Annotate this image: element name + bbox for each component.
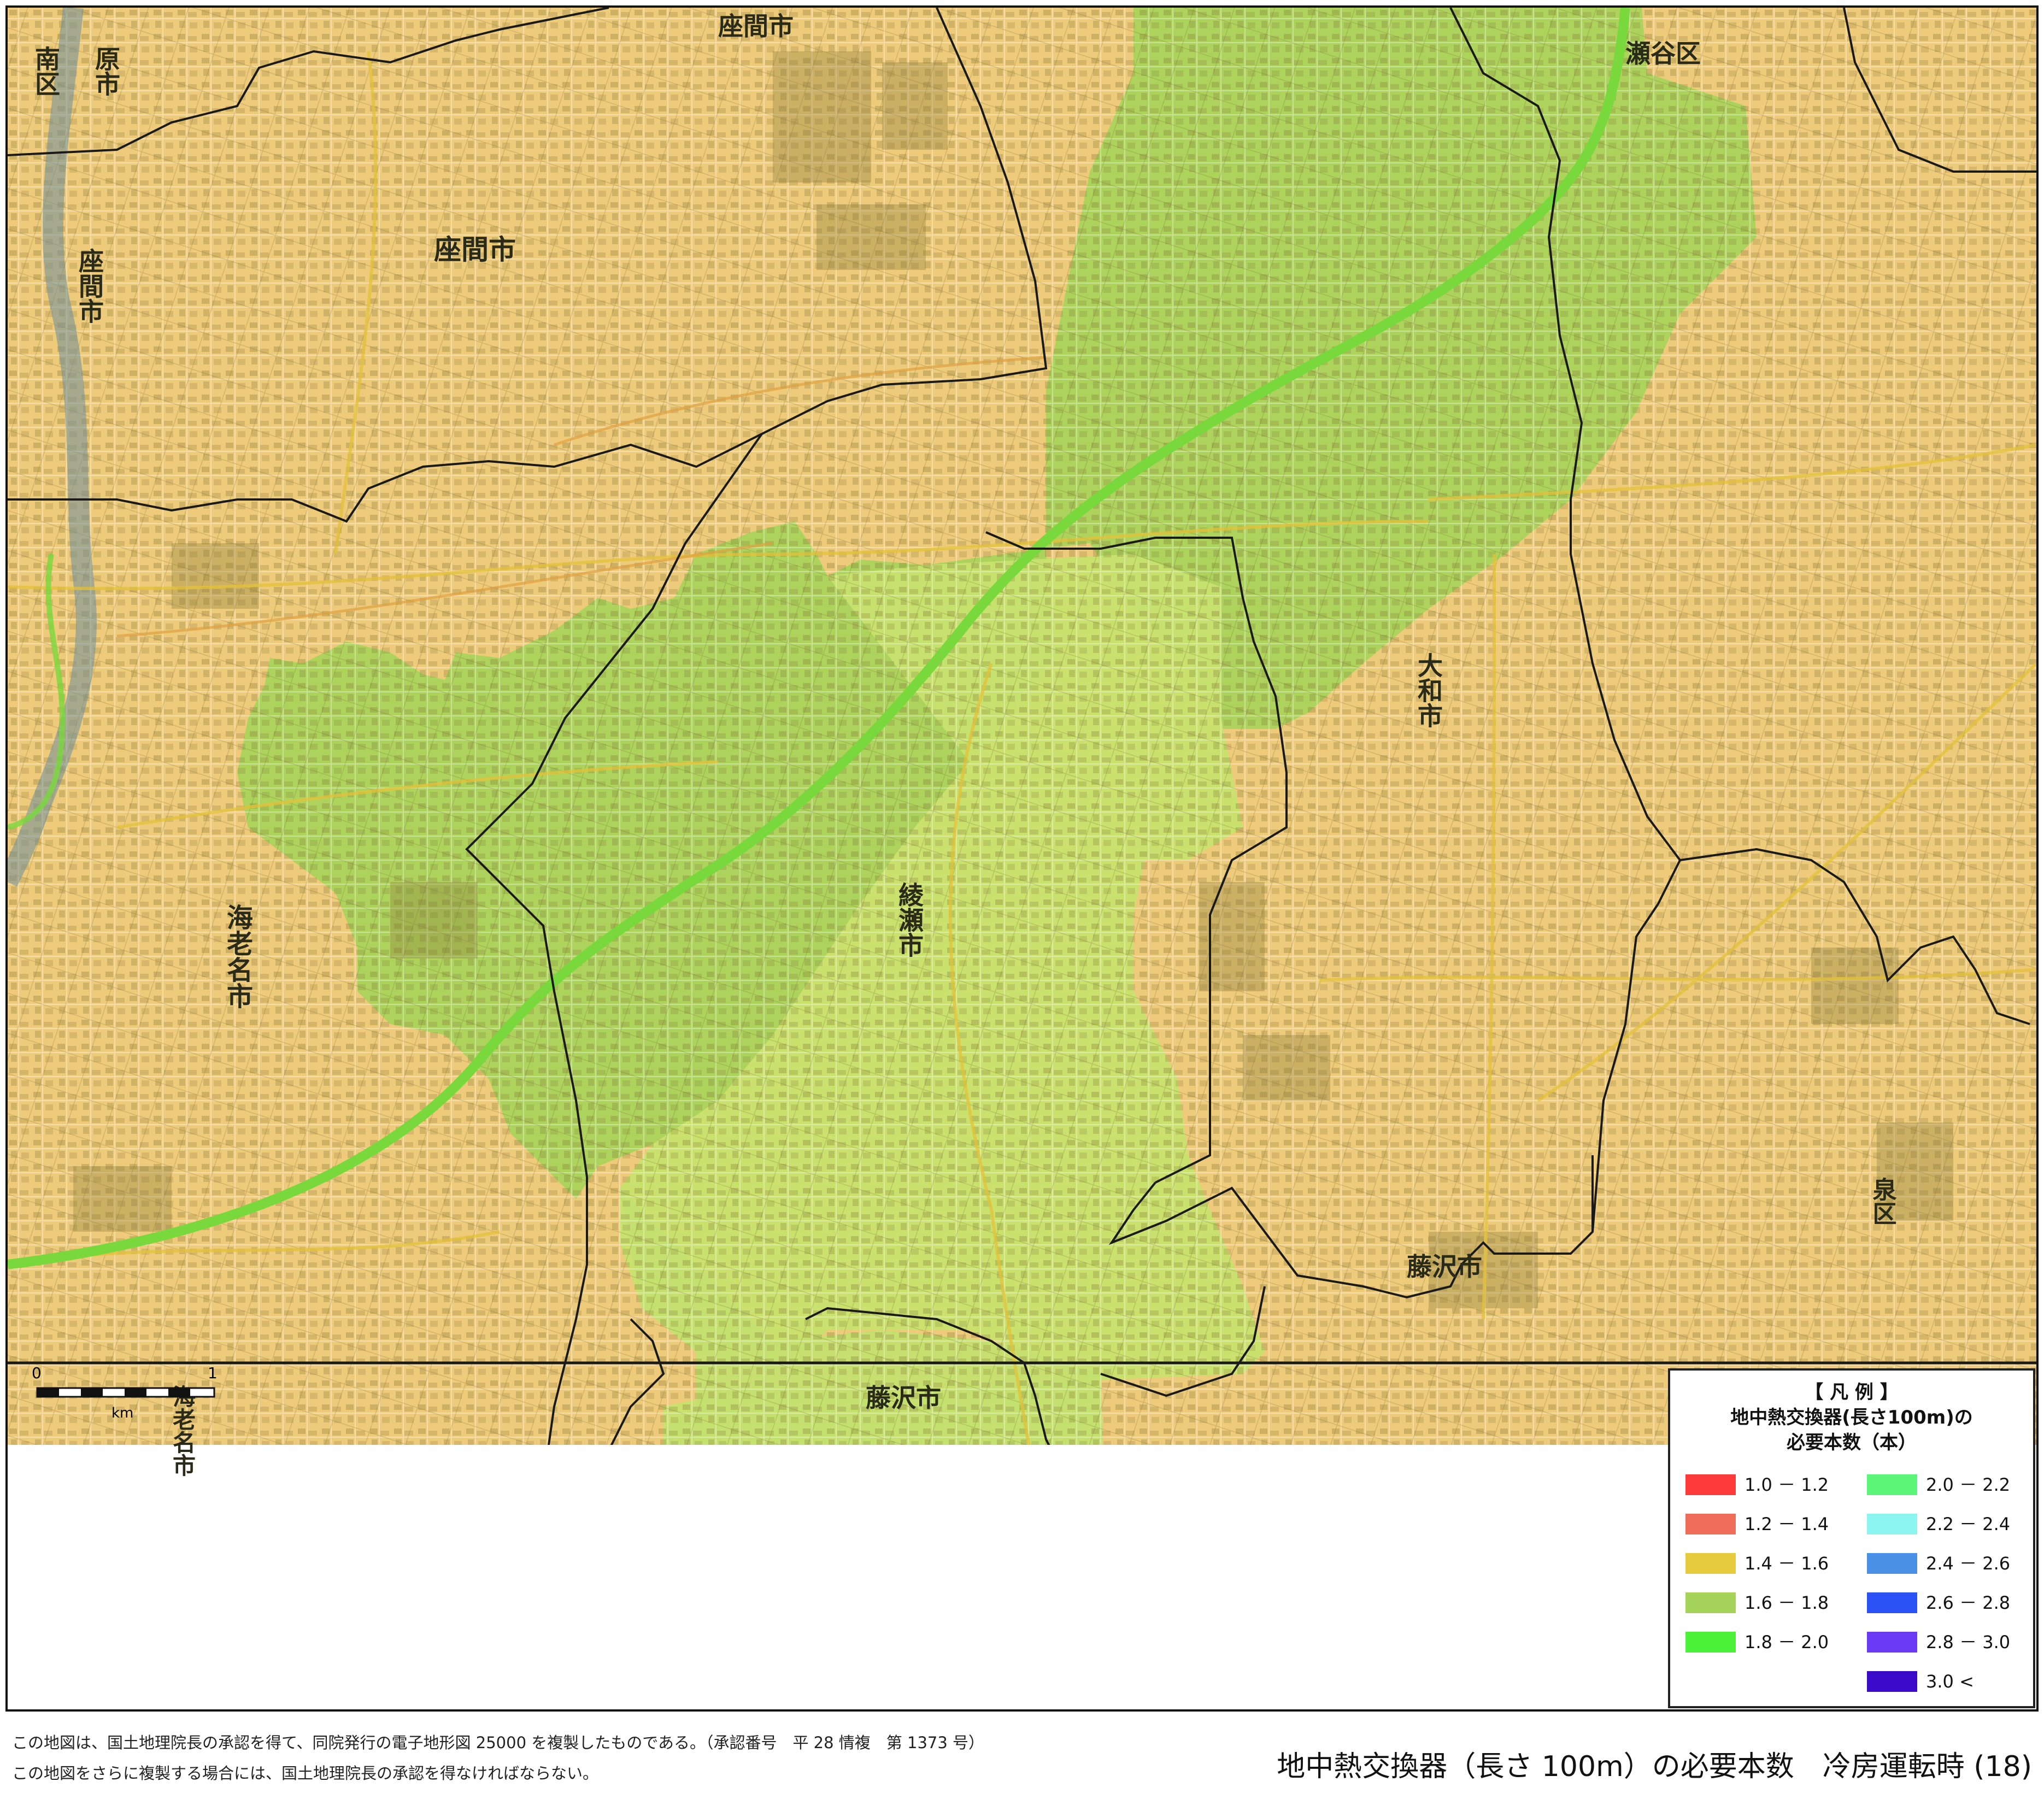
label-ayase-shi: 綾瀬市 xyxy=(895,882,924,957)
legend-swatch xyxy=(1685,1514,1736,1534)
label-seya-ku: 瀬谷区 xyxy=(1625,39,1701,68)
legend-label: 2.4 － 2.6 xyxy=(1926,1553,2011,1574)
label-zama-center: 座間市 xyxy=(434,234,516,266)
map-title: 地中熱交換器（長さ 100m）の必要本数 冷房運転時 (18) xyxy=(1277,1750,2032,1783)
label-zama-top: 座間市 xyxy=(718,11,794,41)
legend-swatch xyxy=(1867,1553,1917,1574)
legend-swatch xyxy=(1867,1514,1917,1534)
legend-label: 2.8 － 3.0 xyxy=(1926,1632,2011,1653)
legend-label: 1.6 － 1.8 xyxy=(1745,1592,1829,1613)
label-ebina-shi: 海老名市 xyxy=(222,904,253,1009)
scale-start: 0 xyxy=(32,1364,42,1382)
label-izumi-ku: 泉区 xyxy=(1869,1177,1897,1225)
label-zama-vertical: 座間市 xyxy=(75,248,104,324)
legend-subtitle-1: 地中熱交換器(長さ100m)の xyxy=(1730,1407,1973,1428)
label-yamato-shi: 大和市 xyxy=(1414,652,1443,728)
label-hara-shi: 原市 xyxy=(91,46,121,96)
map-frame: 南区 原市 座間市 座間市 座間市 瀬谷区 海老名市 綾瀬市 大和市 藤沢市 藤… xyxy=(5,5,2039,1712)
legend-label: 3.0 < xyxy=(1926,1671,1974,1692)
scale-unit: km xyxy=(111,1405,133,1421)
legend-label: 1.8 － 2.0 xyxy=(1745,1632,1829,1653)
label-fujisawa-bottom: 藤沢市 xyxy=(866,1383,941,1413)
legend-label: 1.2 － 1.4 xyxy=(1745,1514,1829,1534)
legend-swatch xyxy=(1867,1474,1917,1495)
legend-label: 2.0 － 2.2 xyxy=(1926,1474,2011,1495)
legend-label: 2.6 － 2.8 xyxy=(1926,1592,2011,1613)
label-minami-ku: 南区 xyxy=(31,46,61,96)
legend-label: 1.4 － 1.6 xyxy=(1745,1553,1829,1574)
legend-swatch xyxy=(1867,1671,1917,1692)
legend-subtitle-2: 必要本数（本） xyxy=(1787,1432,1917,1454)
label-fujisawa-right: 藤沢市 xyxy=(1407,1252,1482,1281)
legend-swatch xyxy=(1685,1632,1736,1653)
legend-swatch xyxy=(1685,1474,1736,1495)
legend-swatch xyxy=(1867,1632,1917,1653)
legend-label: 2.2 － 2.4 xyxy=(1926,1514,2011,1534)
scale-bar: 0 1 km xyxy=(32,1364,218,1421)
legend: 【 凡 例 】 地中熱交換器(長さ100m)の 必要本数（本） 1.0 － 1.… xyxy=(1668,1368,2035,1708)
legend-swatch xyxy=(1867,1592,1917,1613)
legend-title: 【 凡 例 】 xyxy=(1805,1381,1899,1403)
reproduction-note: この地図をさらに複製する場合には、国土地理院長の承認を得なければならない。 xyxy=(12,1764,599,1783)
legend-swatch xyxy=(1685,1592,1736,1613)
scale-end: 1 xyxy=(208,1364,218,1382)
copyright-note: この地図は、国土地理院長の承認を得て、同院発行の電子地形図 25000 を複製し… xyxy=(12,1733,985,1752)
legend-label: 1.0 － 1.2 xyxy=(1745,1474,1829,1495)
legend-swatch xyxy=(1685,1553,1736,1574)
